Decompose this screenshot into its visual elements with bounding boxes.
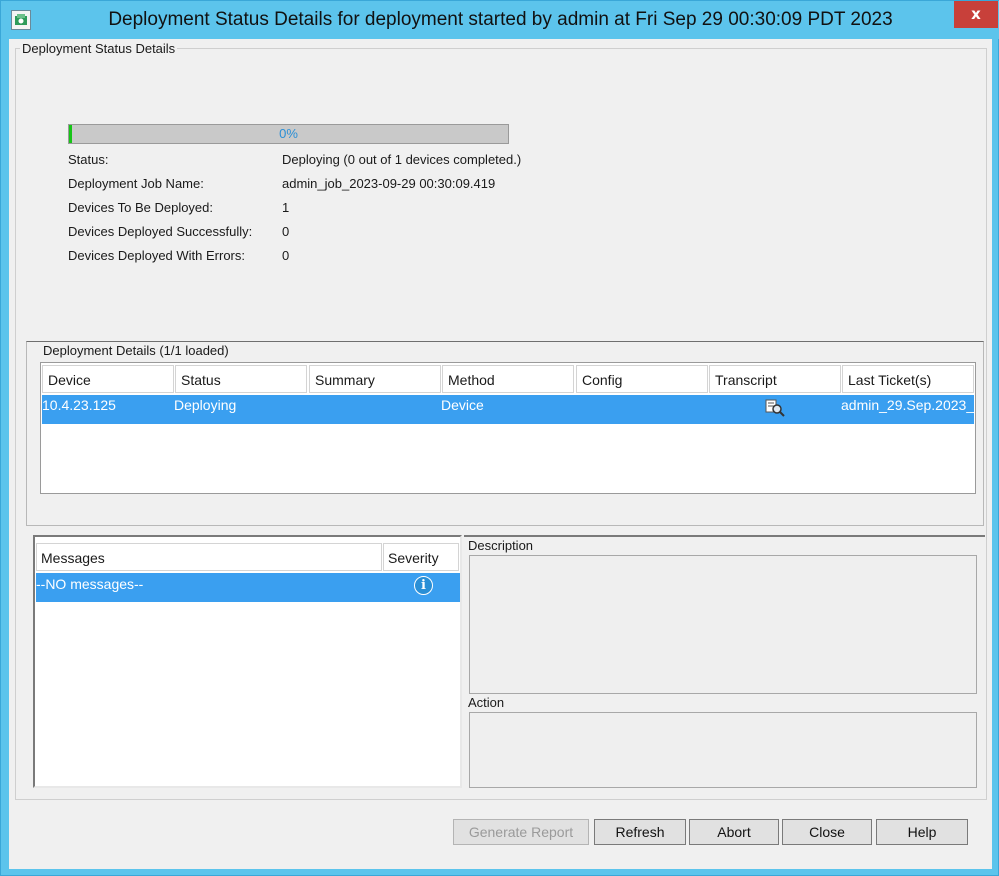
status-value: Deploying (0 out of 1 devices completed.… — [282, 152, 522, 167]
deployment-details-group-label: Deployment Details (1/1 loaded) — [41, 343, 231, 358]
last-ticket-cell: admin_29.Sep.2023_0 — [841, 397, 974, 413]
list-item[interactable]: --NO messages-- i — [36, 573, 460, 602]
devices-success-value: 0 — [282, 224, 290, 239]
column-header-transcript[interactable]: Transcript — [709, 365, 841, 393]
devices-to-deploy-value: 1 — [282, 200, 290, 215]
generate-report-button[interactable]: Generate Report — [453, 819, 589, 845]
dialog-body: Deployment Status Details 0% Status: Dep… — [9, 39, 992, 869]
column-header-summary[interactable]: Summary — [309, 365, 441, 393]
close-button[interactable]: Close — [782, 819, 872, 845]
action-label: Action — [468, 695, 505, 710]
devices-errors-label: Devices Deployed With Errors: — [68, 248, 245, 263]
table-row[interactable]: 10.4.23.125 Deploying Device admin_29.Se… — [42, 395, 974, 424]
description-label: Description — [468, 538, 534, 553]
job-name-label: Deployment Job Name: — [68, 176, 204, 191]
abort-button[interactable]: Abort — [689, 819, 779, 845]
messages-panel[interactable]: Messages Severity --NO messages-- i — [33, 535, 462, 788]
description-area[interactable] — [469, 555, 977, 694]
column-header-status[interactable]: Status — [175, 365, 307, 393]
column-header-config[interactable]: Config — [576, 365, 708, 393]
message-text: --NO messages-- — [36, 576, 144, 592]
refresh-button[interactable]: Refresh — [594, 819, 686, 845]
window-title: Deployment Status Details for deployment… — [108, 9, 893, 30]
column-header-last-tickets[interactable]: Last Ticket(s) — [842, 365, 974, 393]
status-cell: Deploying — [174, 397, 237, 413]
deployment-status-window: Deployment Status Details for deployment… — [0, 0, 999, 876]
column-header-method[interactable]: Method — [442, 365, 574, 393]
status-details-group-label: Deployment Status Details — [20, 41, 178, 56]
column-header-severity[interactable]: Severity — [383, 543, 459, 571]
window-close-button[interactable]: x — [954, 1, 998, 28]
deployment-details-table[interactable]: Device Status Summary Method Config Tran… — [40, 362, 976, 494]
deployment-progress-bar: 0% — [68, 124, 509, 144]
devices-success-label: Devices Deployed Successfully: — [68, 224, 253, 239]
info-icon: i — [414, 576, 433, 595]
details-panel: Description Action — [464, 535, 985, 788]
title-bar[interactable]: Deployment Status Details for deployment… — [1, 1, 999, 39]
action-area[interactable] — [469, 712, 977, 788]
column-header-device[interactable]: Device — [42, 365, 174, 393]
method-cell: Device — [441, 397, 484, 413]
devices-errors-value: 0 — [282, 248, 290, 263]
help-button[interactable]: Help — [876, 819, 968, 845]
job-name-value: admin_job_2023-09-29 00:30:09.419 — [282, 176, 496, 191]
status-label: Status: — [68, 152, 109, 167]
column-header-messages[interactable]: Messages — [36, 543, 382, 571]
device-cell: 10.4.23.125 — [42, 397, 116, 413]
transcript-search-icon[interactable] — [764, 398, 788, 420]
progress-percent-text: 0% — [279, 126, 298, 141]
devices-to-deploy-label: Devices To Be Deployed: — [68, 200, 214, 215]
